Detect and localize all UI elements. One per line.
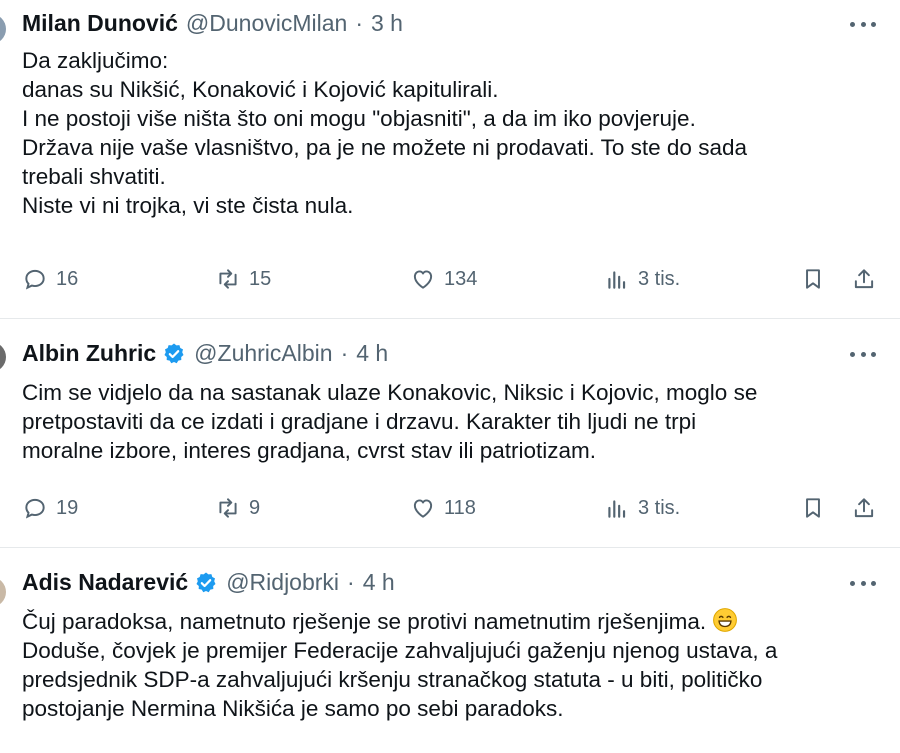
repost-icon bbox=[219, 498, 237, 518]
tweet-line: Da zaključimo: bbox=[22, 48, 169, 73]
tweet-line: Niste vi ni trojka, vi ste čista nula. bbox=[22, 193, 354, 218]
views-button[interactable]: 3 tis. bbox=[604, 495, 680, 521]
more-icon[interactable] bbox=[850, 579, 876, 587]
views-count: 3 tis. bbox=[638, 496, 681, 519]
author-handle[interactable]: @DunovicMilan bbox=[186, 10, 347, 37]
verified-badge-icon[interactable] bbox=[162, 342, 186, 366]
tweet-line: danas su Nikšić, Konaković i Kojović kap… bbox=[22, 77, 499, 102]
author-name[interactable]: Albin Zuhric bbox=[22, 340, 156, 367]
bookmark-button[interactable] bbox=[800, 266, 826, 292]
tweet-header: Adis Nadarević @Ridjobrki · 4 h bbox=[22, 569, 395, 596]
meta-separator: · bbox=[355, 10, 363, 36]
timestamp[interactable]: 4 h bbox=[363, 569, 395, 596]
tweet-line: postojanje Nermina Nikšića je samo po se… bbox=[22, 696, 564, 721]
share-icon bbox=[854, 269, 874, 289]
repost-button[interactable]: 15 bbox=[215, 266, 271, 292]
avatar[interactable] bbox=[0, 577, 6, 607]
like-button[interactable]: 134 bbox=[410, 266, 477, 292]
tweet-header: Milan Dunović @DunovicMilan · 3 h bbox=[22, 10, 403, 37]
avatar[interactable] bbox=[0, 342, 6, 372]
tweet-line: Cim se vidjelo da na sastanak ulaze Kona… bbox=[22, 380, 758, 405]
tweet-line: predsjednik SDP-a zahvaljujući kršenju s… bbox=[22, 667, 763, 692]
tweet-header: Albin Zuhric @ZuhricAlbin · 4 h bbox=[22, 340, 388, 367]
tweet[interactable]: Milan Dunović @DunovicMilan · 3 h Da zak… bbox=[0, 0, 900, 318]
reply-icon bbox=[25, 498, 45, 519]
grinning-face-emoji bbox=[713, 608, 738, 632]
bookmark-button[interactable] bbox=[800, 495, 826, 521]
tweet[interactable]: Albin Zuhric @ZuhricAlbin · 4 h Cim se v… bbox=[0, 318, 900, 547]
timestamp[interactable]: 3 h bbox=[371, 10, 403, 37]
views-count: 3 tis. bbox=[638, 267, 681, 290]
tweet-line-with-emoji: Čuj paradoksa, nametnuto rješenje se pro… bbox=[22, 607, 882, 636]
reply-button[interactable]: 16 bbox=[22, 266, 78, 292]
author-handle[interactable]: @Ridjobrki bbox=[226, 569, 339, 596]
tweet-text: Cim se vidjelo da na sastanak ulaze Kona… bbox=[22, 378, 882, 465]
like-icon bbox=[413, 270, 433, 289]
meta-separator: · bbox=[347, 569, 355, 595]
views-button[interactable]: 3 tis. bbox=[604, 266, 680, 292]
share-icon bbox=[854, 498, 874, 518]
action-bar: 16 15 134 3 tis. bbox=[0, 266, 900, 296]
bookmark-icon bbox=[806, 269, 820, 289]
repost-count: 15 bbox=[249, 267, 272, 290]
tweet-line: Čuj paradoksa, nametnuto rješenje se pro… bbox=[22, 609, 707, 634]
meta-separator: · bbox=[340, 340, 349, 366]
tweet-line: Doduše, čovjek je premijer Federacije za… bbox=[22, 638, 778, 663]
like-icon bbox=[413, 499, 433, 518]
share-button[interactable] bbox=[851, 495, 877, 521]
views-icon bbox=[608, 500, 626, 518]
tweet-line: trebali shvatiti. bbox=[22, 164, 166, 189]
repost-icon bbox=[219, 269, 237, 289]
views-icon bbox=[608, 271, 626, 289]
reply-count: 16 bbox=[56, 267, 79, 290]
tweet-line: moralne izbore, interes gradjana, cvrst … bbox=[22, 438, 596, 463]
author-handle[interactable]: @ZuhricAlbin bbox=[194, 340, 332, 367]
tweet-line: pretpostaviti da ce izdati i gradjane i … bbox=[22, 409, 697, 434]
like-button[interactable]: 118 bbox=[410, 495, 476, 521]
reply-count: 19 bbox=[56, 496, 79, 519]
action-bar: 19 9 118 3 tis. bbox=[0, 495, 900, 525]
like-count: 134 bbox=[444, 267, 478, 290]
more-icon[interactable] bbox=[850, 20, 876, 28]
author-name[interactable]: Milan Dunović bbox=[22, 10, 178, 37]
reply-icon bbox=[25, 269, 45, 290]
bookmark-icon bbox=[806, 498, 820, 518]
like-count: 118 bbox=[444, 496, 476, 519]
tweet-text: Čuj paradoksa, nametnuto rješenje se pro… bbox=[22, 607, 882, 723]
share-button[interactable] bbox=[851, 266, 877, 292]
verified-badge-icon[interactable] bbox=[194, 571, 218, 595]
tweet-text: Da zaključimo: danas su Nikšić, Konakovi… bbox=[22, 46, 882, 220]
repost-button[interactable]: 9 bbox=[215, 495, 260, 521]
repost-count: 9 bbox=[249, 496, 261, 519]
timestamp[interactable]: 4 h bbox=[356, 340, 388, 367]
avatar[interactable] bbox=[0, 14, 6, 44]
author-name[interactable]: Adis Nadarević bbox=[22, 569, 188, 596]
tweet[interactable]: Adis Nadarević @Ridjobrki · 4 h Čuj para… bbox=[0, 547, 900, 753]
more-icon[interactable] bbox=[850, 350, 876, 358]
reply-button[interactable]: 19 bbox=[22, 495, 78, 521]
tweet-line: Država nije vaše vlasništvo, pa je ne mo… bbox=[22, 135, 747, 160]
tweet-line: I ne postoji više ništa što oni mogu "ob… bbox=[22, 106, 696, 131]
